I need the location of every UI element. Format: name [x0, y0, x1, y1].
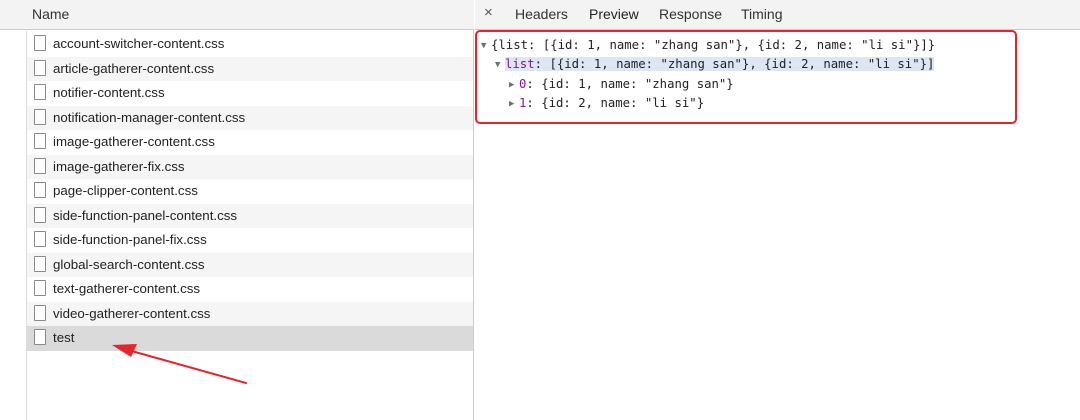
red-arrow-annotation — [112, 344, 247, 384]
